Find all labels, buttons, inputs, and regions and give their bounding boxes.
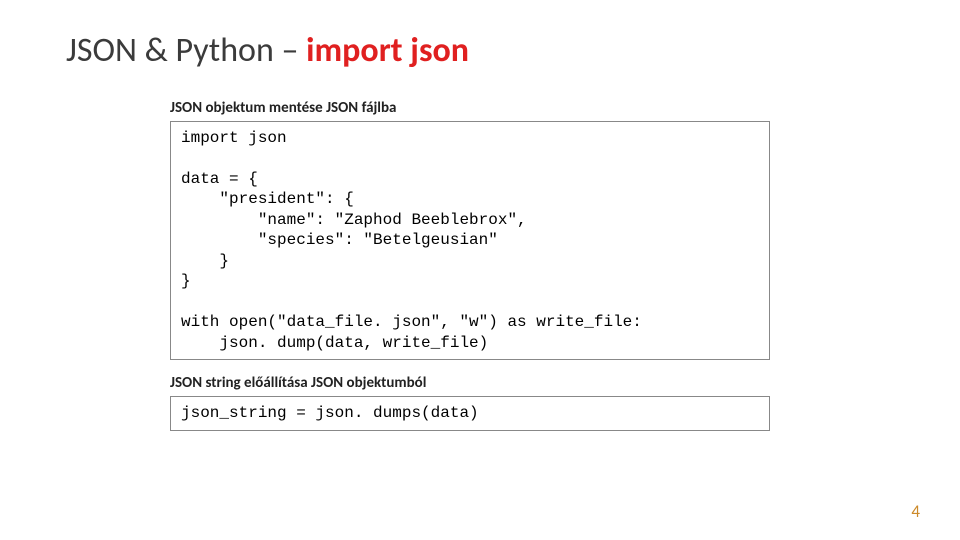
slide-content: JSON objektum mentése JSON fájlba import…: [170, 99, 770, 431]
section-label-2: JSON string előállítása JSON objektumból: [170, 374, 770, 392]
page-number: 4: [911, 501, 920, 522]
title-highlight: import json: [306, 30, 469, 71]
code-box-1: import json data = { "president": { "nam…: [170, 121, 770, 360]
code-box-2: json_string = json. dumps(data): [170, 396, 770, 430]
slide-title: JSON & Python – import json: [66, 30, 900, 71]
section-label-1: JSON objektum mentése JSON fájlba: [170, 99, 770, 117]
title-prefix: JSON & Python –: [66, 30, 306, 71]
